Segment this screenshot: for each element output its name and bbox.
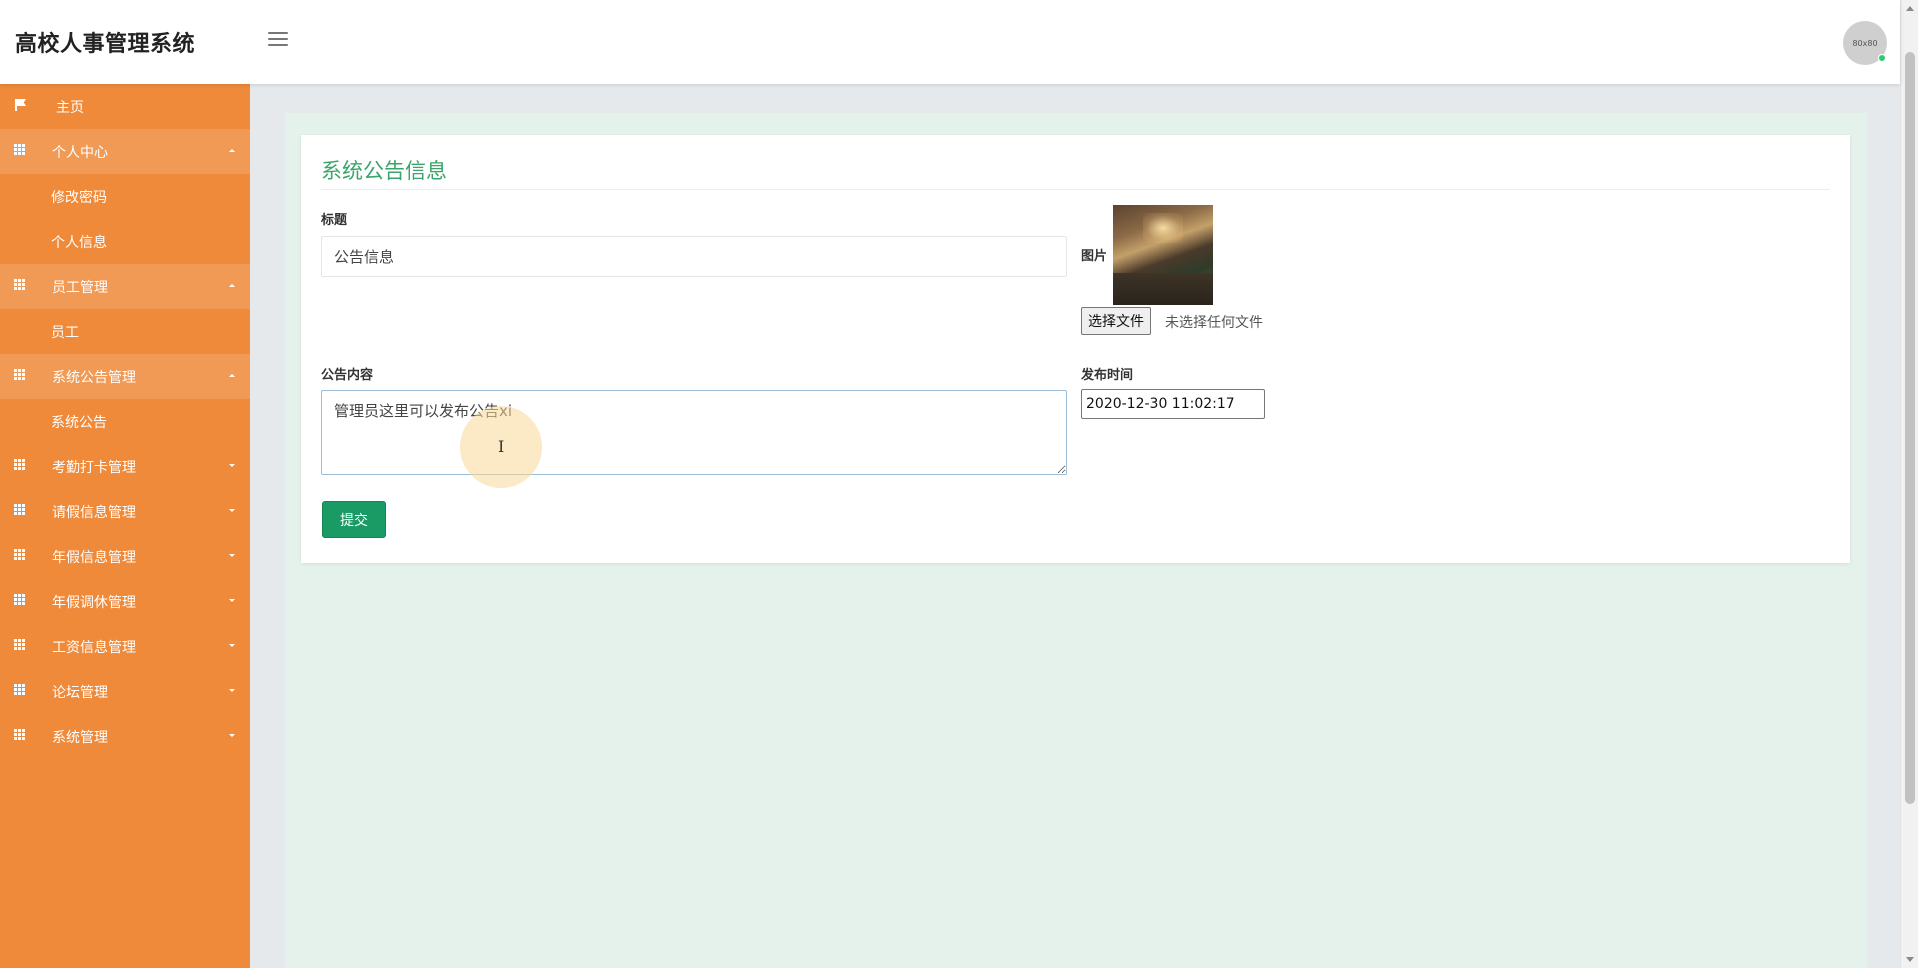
- sidebar-group-forum[interactable]: 论坛管理: [0, 669, 250, 714]
- sidebar-group-attendance[interactable]: 考勤打卡管理: [0, 444, 250, 489]
- content-label: 公告内容: [321, 368, 374, 383]
- scroll-up-arrow-icon[interactable]: [1906, 6, 1914, 11]
- sidebar-group-announcement-management[interactable]: 系统公告管理: [0, 354, 250, 399]
- sidebar-group-leave-swap[interactable]: 年假调休管理: [0, 579, 250, 624]
- title-label: 标题: [321, 213, 348, 228]
- image-label: 图片: [1081, 249, 1108, 264]
- scroll-down-arrow-icon[interactable]: [1906, 957, 1914, 962]
- grid-icon: [14, 594, 28, 608]
- sidebar-item-label: 系统管理: [52, 729, 108, 746]
- title-input[interactable]: [321, 236, 1067, 277]
- divider: [321, 189, 1830, 190]
- scrollbar-thumb[interactable]: [1905, 52, 1915, 804]
- sidebar: 主页 个人中心 修改密码 个人信息 员工管理 员工 系统公告管理 系统公告 考勤…: [0, 84, 250, 968]
- content-textarea[interactable]: 管理员这里可以发布公告xi: [321, 390, 1067, 475]
- chevron-down-icon: [229, 644, 235, 647]
- sidebar-item-label: 系统公告管理: [52, 369, 136, 386]
- sidebar-item-label: 主页: [56, 99, 84, 116]
- sidebar-item-label: 年假信息管理: [52, 549, 136, 566]
- form-title: 系统公告信息: [321, 159, 447, 183]
- submit-button[interactable]: 提交: [322, 501, 386, 538]
- sidebar-item-change-password[interactable]: 修改密码: [0, 174, 250, 219]
- sidebar-group-leave[interactable]: 请假信息管理: [0, 489, 250, 534]
- top-header: 高校人事管理系统 80x80: [0, 0, 1900, 84]
- sidebar-group-personal-center[interactable]: 个人中心: [0, 129, 250, 174]
- sidebar-item-label: 个人中心: [52, 144, 108, 161]
- announcement-image: [1113, 205, 1213, 305]
- sidebar-group-annual-leave[interactable]: 年假信息管理: [0, 534, 250, 579]
- sidebar-item-label: 工资信息管理: [52, 639, 136, 656]
- flag-icon: [14, 99, 28, 113]
- sidebar-item-announcement[interactable]: 系统公告: [0, 399, 250, 444]
- grid-icon: [14, 684, 28, 698]
- sidebar-item-label: 请假信息管理: [52, 504, 136, 521]
- sidebar-group-salary[interactable]: 工资信息管理: [0, 624, 250, 669]
- file-status-text: 未选择任何文件: [1165, 315, 1263, 331]
- chevron-down-icon: [229, 509, 235, 512]
- sidebar-group-employee-management[interactable]: 员工管理: [0, 264, 250, 309]
- grid-icon: [14, 729, 28, 743]
- online-status-dot: [1878, 54, 1886, 62]
- chevron-down-icon: [229, 599, 235, 602]
- publish-time-label: 发布时间: [1081, 368, 1134, 383]
- publish-time-input[interactable]: [1081, 389, 1265, 419]
- app-title: 高校人事管理系统: [15, 32, 196, 57]
- sidebar-item-home[interactable]: 主页: [0, 84, 250, 129]
- grid-icon: [14, 504, 28, 518]
- sidebar-item-personal-info[interactable]: 个人信息: [0, 219, 250, 264]
- choose-file-button[interactable]: 选择文件: [1081, 307, 1151, 335]
- chevron-down-icon: [229, 734, 235, 737]
- announcement-form-card: 系统公告信息 标题 图片 选择文件 未选择任何文件 公告内容 管理员这里可以发布…: [301, 135, 1850, 563]
- grid-icon: [14, 639, 28, 653]
- chevron-up-icon: [229, 284, 235, 287]
- page-scrollbar[interactable]: [1900, 0, 1918, 968]
- chevron-down-icon: [229, 689, 235, 692]
- chevron-up-icon: [229, 374, 235, 377]
- grid-icon: [14, 549, 28, 563]
- sidebar-group-system[interactable]: 系统管理: [0, 714, 250, 759]
- sidebar-item-label: 年假调休管理: [52, 594, 136, 611]
- sidebar-item-employee[interactable]: 员工: [0, 309, 250, 354]
- sidebar-item-label: 考勤打卡管理: [52, 459, 136, 476]
- grid-icon: [14, 459, 28, 473]
- grid-icon: [14, 144, 28, 158]
- grid-icon: [14, 369, 28, 383]
- chevron-down-icon: [229, 554, 235, 557]
- chevron-up-icon: [229, 149, 235, 152]
- grid-icon: [14, 279, 28, 293]
- sidebar-item-label: 员工管理: [52, 279, 108, 296]
- menu-toggle-icon[interactable]: [268, 32, 288, 48]
- sidebar-item-label: 论坛管理: [52, 684, 108, 701]
- chevron-down-icon: [229, 464, 235, 467]
